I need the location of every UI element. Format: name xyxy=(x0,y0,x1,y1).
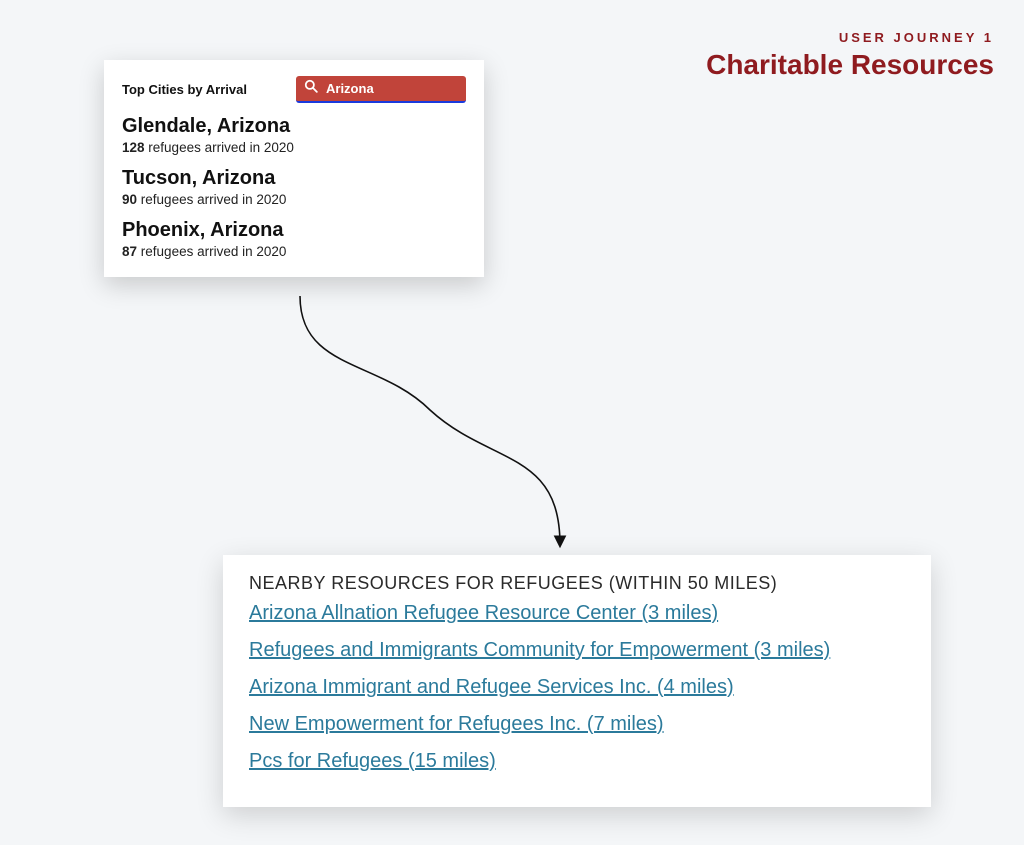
city-stat: 87 refugees arrived in 2020 xyxy=(122,244,466,259)
search-box[interactable] xyxy=(296,76,466,103)
city-name: Phoenix, Arizona xyxy=(122,219,466,242)
city-stat-suffix: refugees arrived in 2020 xyxy=(148,140,294,155)
journey-header: USER JOURNEY 1 Charitable Resources xyxy=(706,30,994,81)
resource-link[interactable]: Arizona Immigrant and Refugee Services I… xyxy=(249,674,905,701)
resource-link[interactable]: Arizona Allnation Refugee Resource Cente… xyxy=(249,600,905,627)
search-icon xyxy=(304,79,318,98)
city-item: Tucson, Arizona 90 refugees arrived in 2… xyxy=(122,167,466,207)
nearby-resources-card: NEARBY RESOURCES FOR REFUGEES (WITHIN 50… xyxy=(223,555,931,807)
journey-title: Charitable Resources xyxy=(706,49,994,81)
city-count: 90 xyxy=(122,192,137,207)
city-stat: 90 refugees arrived in 2020 xyxy=(122,192,466,207)
resource-link[interactable]: New Empowerment for Refugees Inc. (7 mil… xyxy=(249,711,905,738)
city-item: Glendale, Arizona 128 refugees arrived i… xyxy=(122,115,466,155)
city-item: Phoenix, Arizona 87 refugees arrived in … xyxy=(122,219,466,259)
resource-link[interactable]: Pcs for Refugees (15 miles) xyxy=(249,748,905,775)
resource-link[interactable]: Refugees and Immigrants Community for Em… xyxy=(249,637,905,664)
city-stat-suffix: refugees arrived in 2020 xyxy=(141,244,287,259)
top-card-header: Top Cities by Arrival xyxy=(122,76,466,103)
journey-eyebrow: USER JOURNEY 1 xyxy=(706,30,994,45)
city-stat-suffix: refugees arrived in 2020 xyxy=(141,192,287,207)
search-input[interactable] xyxy=(326,81,458,96)
resources-title: NEARBY RESOURCES FOR REFUGEES (WITHIN 50… xyxy=(249,573,905,594)
city-count: 87 xyxy=(122,244,137,259)
city-stat: 128 refugees arrived in 2020 xyxy=(122,140,466,155)
top-cities-card: Top Cities by Arrival Glendale, Arizona … xyxy=(104,60,484,277)
top-cities-title: Top Cities by Arrival xyxy=(122,82,247,97)
city-name: Glendale, Arizona xyxy=(122,115,466,138)
city-name: Tucson, Arizona xyxy=(122,167,466,190)
city-count: 128 xyxy=(122,140,145,155)
